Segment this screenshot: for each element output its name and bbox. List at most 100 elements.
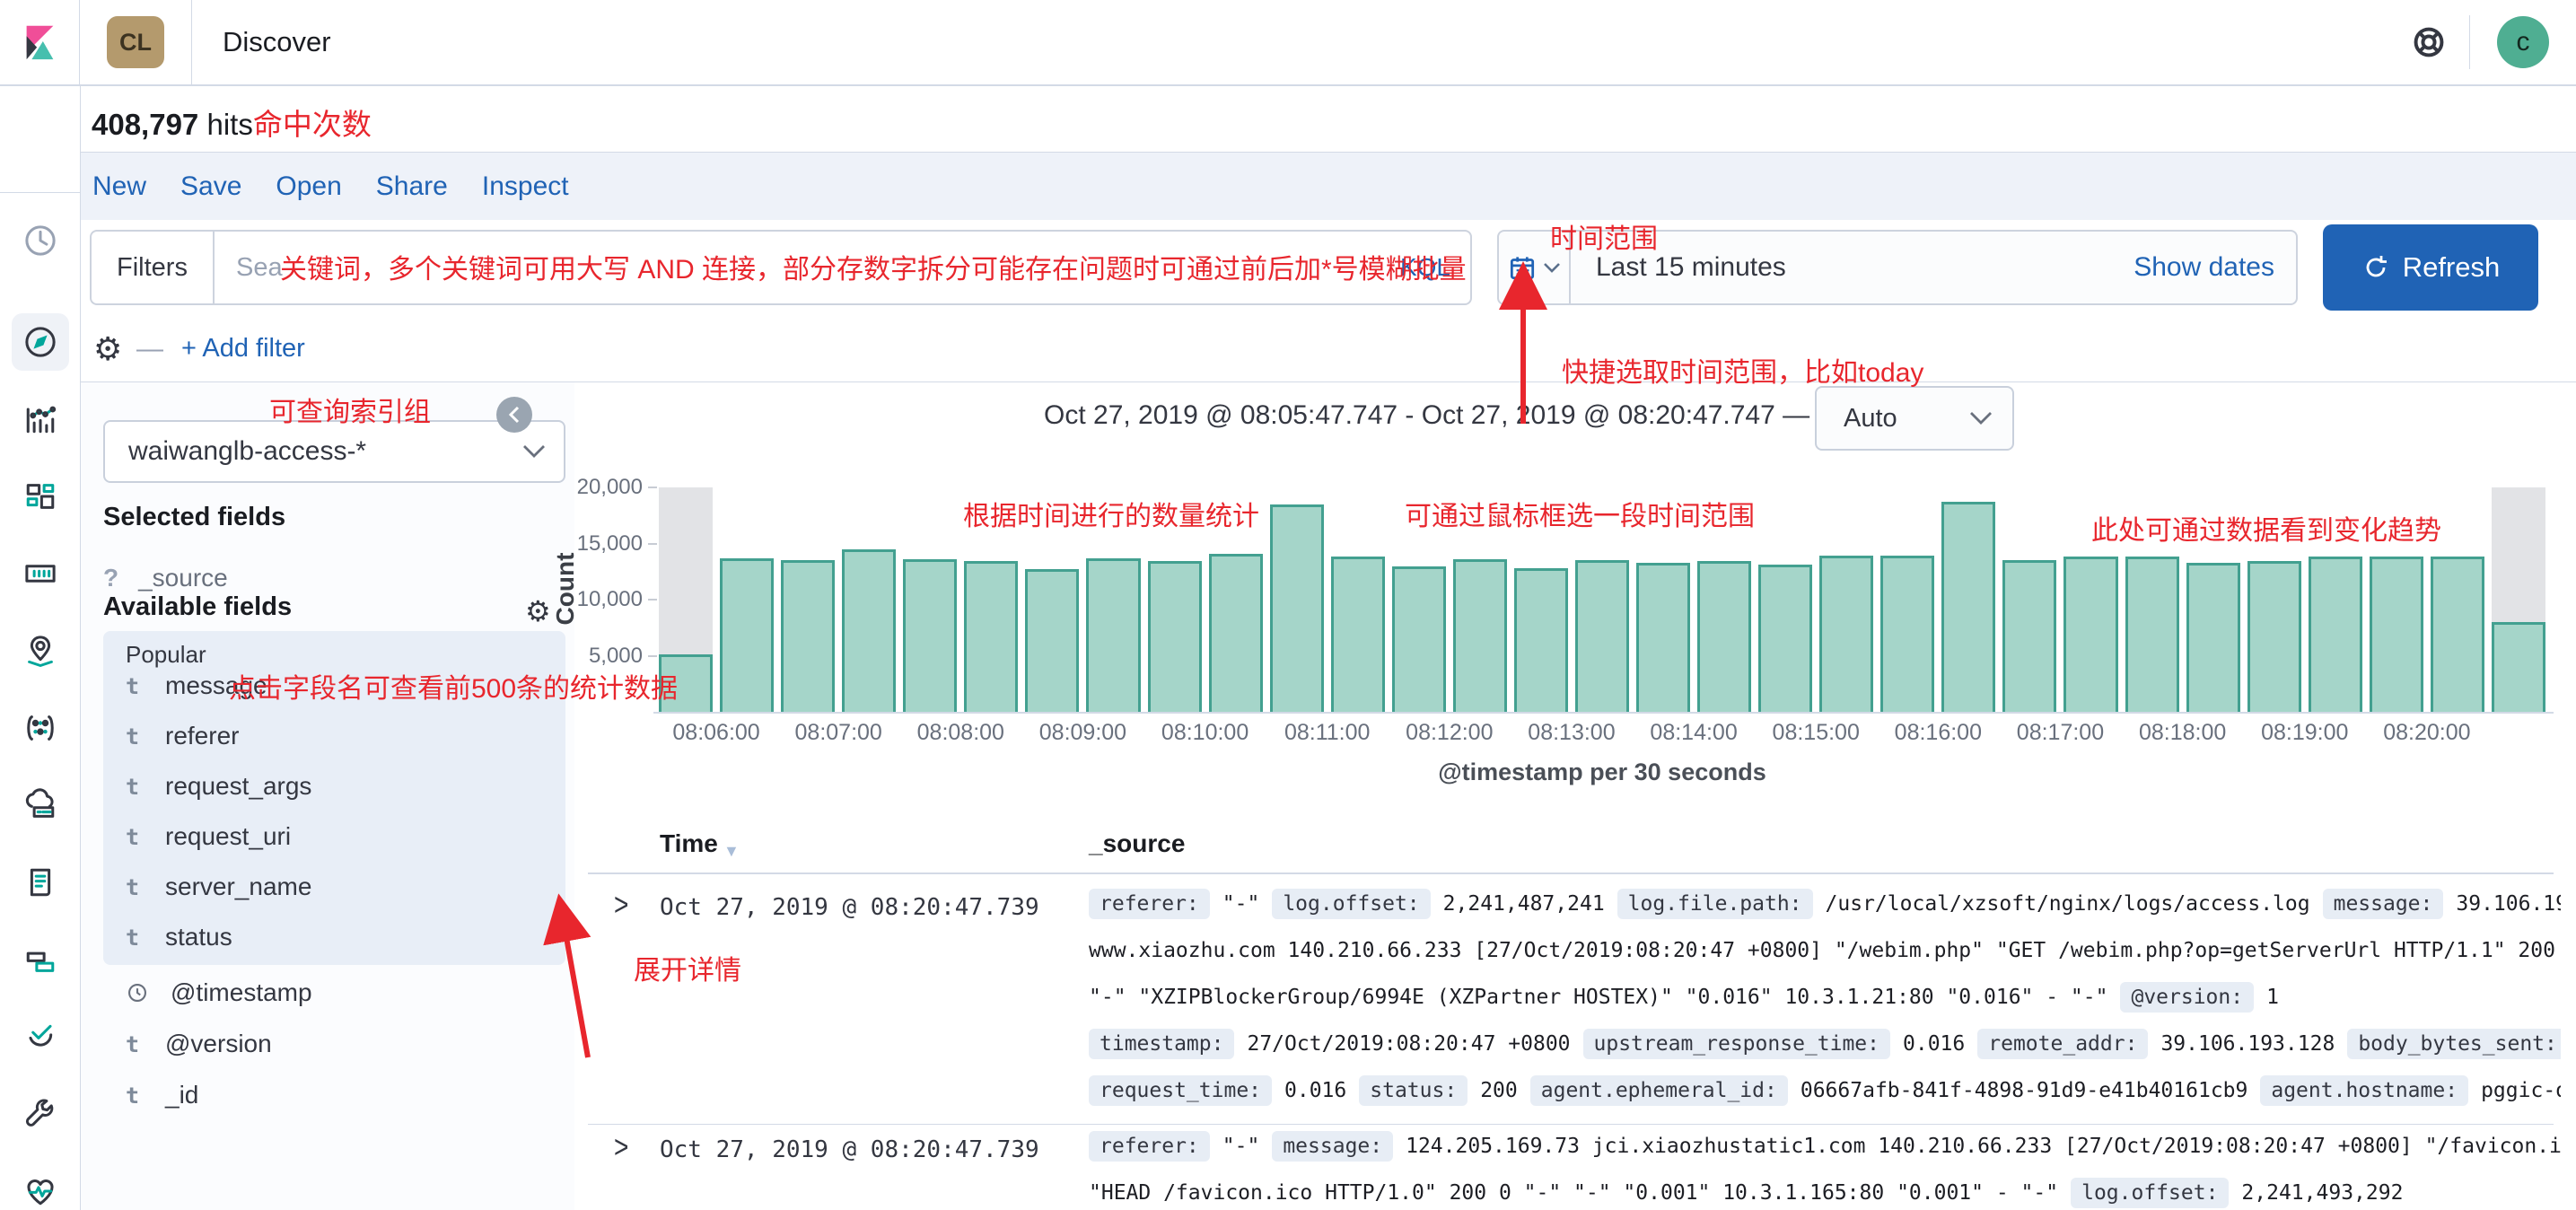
refresh-button[interactable]: Refresh [2323, 224, 2538, 311]
histogram-slot-08:06:00[interactable] [716, 487, 777, 712]
expand-row-chevron[interactable]: > [614, 1129, 628, 1165]
field-item-referer[interactable]: treferer [126, 722, 239, 750]
source-field-badge: status: [1359, 1075, 1468, 1106]
field-item-requesturi[interactable]: trequest_uri [126, 822, 291, 851]
histogram-slot-08:11:00[interactable] [1327, 487, 1389, 712]
index-pattern-select[interactable]: waiwanglb-access-* [103, 420, 565, 483]
help-button[interactable] [2388, 23, 2469, 61]
field-item-requestargs[interactable]: trequest_args [126, 772, 311, 801]
nav-infrastructure-icon[interactable] [12, 776, 69, 834]
histogram-slot-08:16:00[interactable] [1938, 487, 1999, 712]
histogram-bar[interactable] [903, 559, 957, 712]
histogram-slot-08:10:30[interactable] [1266, 487, 1327, 712]
histogram-slot-08:07:00[interactable] [838, 487, 899, 712]
histogram-bar[interactable] [1575, 560, 1629, 712]
field-item-id[interactable]: t_id [126, 1081, 198, 1109]
histogram-bar[interactable] [1697, 561, 1751, 712]
histogram-bar[interactable] [2186, 563, 2240, 712]
time-range-value[interactable]: Last 15 minutes [1596, 252, 1786, 283]
menu-share[interactable]: Share [376, 171, 448, 202]
histogram-bar[interactable] [1880, 556, 1934, 712]
histogram-bar[interactable] [1819, 556, 1873, 712]
source-field-badge: referer: [1089, 889, 1210, 919]
menu-new[interactable]: New [92, 171, 146, 202]
annotation-search-tip: 关键词，多个关键词可用大写 AND 连接，部分存数字拆分可能存在问题时可通过前后… [280, 247, 1467, 286]
nav-discover-icon[interactable] [12, 313, 69, 371]
histogram-bar[interactable] [2063, 557, 2117, 712]
filter-gear-icon[interactable]: ⚙ [93, 330, 122, 368]
histogram-bar[interactable] [1331, 557, 1385, 712]
chevron-down-icon [522, 444, 546, 459]
filters-button[interactable]: Filters [90, 230, 213, 305]
histogram-bar[interactable] [1392, 566, 1446, 712]
nav-visualize-icon[interactable] [12, 390, 69, 448]
interval-select[interactable]: Auto [1815, 386, 2014, 451]
histogram-bar[interactable] [1209, 554, 1263, 712]
nav-canvas-icon[interactable] [12, 545, 69, 602]
histogram-bar[interactable] [2247, 561, 2301, 712]
histogram-slot-08:15:30[interactable] [1877, 487, 1938, 712]
space-badge[interactable]: CL [107, 16, 164, 68]
histogram-bar[interactable] [964, 561, 1018, 712]
histogram-slot-08:15:00[interactable] [1816, 487, 1877, 712]
histogram-bar[interactable] [1025, 569, 1079, 712]
histogram-bar[interactable] [1453, 559, 1507, 712]
histogram-bar[interactable] [2125, 557, 2179, 712]
nav-monitoring-icon[interactable] [12, 1162, 69, 1210]
nav-apm-icon[interactable] [12, 931, 69, 988]
histogram-bar[interactable] [2492, 622, 2545, 712]
nav-maps-icon[interactable] [12, 622, 69, 680]
kibana-logo[interactable] [0, 0, 80, 84]
table-header-time[interactable]: Time [660, 829, 718, 858]
histogram-bar[interactable] [1636, 563, 1690, 712]
histogram-bar[interactable] [1086, 558, 1140, 712]
show-dates-link[interactable]: Show dates [2134, 252, 2274, 283]
user-avatar[interactable]: c [2497, 16, 2549, 68]
histogram-slot-08:16:30[interactable] [1999, 487, 2060, 712]
collapse-sidebar-button[interactable] [496, 397, 532, 433]
histogram-slot-08:06:30[interactable] [777, 487, 838, 712]
histogram-bar[interactable] [2309, 557, 2362, 712]
text-field-icon: t [126, 1031, 144, 1057]
nav-recent-icon[interactable] [12, 212, 69, 269]
histogram-bar[interactable] [1148, 561, 1202, 712]
source-value: /usr/local/xzsoft/nginx/logs/access.log [1826, 892, 2310, 916]
histogram-slot-08:14:30[interactable] [1755, 487, 1816, 712]
source-field-badge: timestamp: [1089, 1029, 1234, 1059]
row-source-cell: referer:"-"log.offset:2,241,487,241log.f… [1089, 885, 2561, 1118]
field-item-status[interactable]: tstatus [126, 923, 232, 951]
histogram-bar[interactable] [1514, 568, 1568, 712]
histogram-bar[interactable] [2370, 557, 2423, 712]
nav-devtools-icon[interactable] [12, 1085, 69, 1143]
histogram-bar[interactable] [781, 560, 835, 712]
menu-inspect[interactable]: Inspect [482, 171, 569, 202]
field-item-servername[interactable]: tserver_name [126, 872, 311, 901]
nav-ml-icon[interactable] [12, 699, 69, 757]
histogram-bar[interactable] [842, 549, 896, 712]
histogram-slot-08:20:30[interactable] [2488, 487, 2549, 712]
annotation-quick-pick: 快捷选取时间范围，比如today [1562, 350, 1923, 390]
field-source[interactable]: ? _source [103, 564, 228, 592]
nav-dashboard-icon[interactable] [12, 468, 69, 525]
field-item-timestamp[interactable]: @timestamp [126, 978, 312, 1007]
expand-row-chevron[interactable]: > [614, 887, 628, 923]
add-filter-link[interactable]: + Add filter [181, 334, 305, 364]
available-fields-gear-icon[interactable]: ⚙ [525, 594, 551, 628]
nav-uptime-icon[interactable] [12, 1008, 69, 1065]
menu-open[interactable]: Open [276, 171, 341, 202]
histogram-bar[interactable] [2431, 557, 2484, 712]
nav-logs-icon[interactable] [12, 854, 69, 911]
kibana-discover-app: CL Discover c 408,797 hits命中次数 New Save … [0, 0, 2576, 1210]
histogram-bar[interactable] [2002, 560, 2056, 712]
histogram-bar[interactable] [1270, 504, 1324, 712]
histogram-bar[interactable] [1941, 502, 1995, 712]
histogram-bar[interactable] [1758, 565, 1812, 712]
field-item-version[interactable]: t@version [126, 1030, 272, 1058]
sort-caret-icon[interactable]: ▼ [723, 842, 740, 861]
question-icon: ? [103, 564, 118, 592]
row-source-cell: referer:"-"message:124.205.169.73 jci.xi… [1089, 1127, 2561, 1210]
histogram-bar[interactable] [720, 558, 774, 712]
menu-save[interactable]: Save [180, 171, 241, 202]
field-name: request_args [165, 772, 311, 801]
histogram-slot-08:07:30[interactable] [899, 487, 960, 712]
